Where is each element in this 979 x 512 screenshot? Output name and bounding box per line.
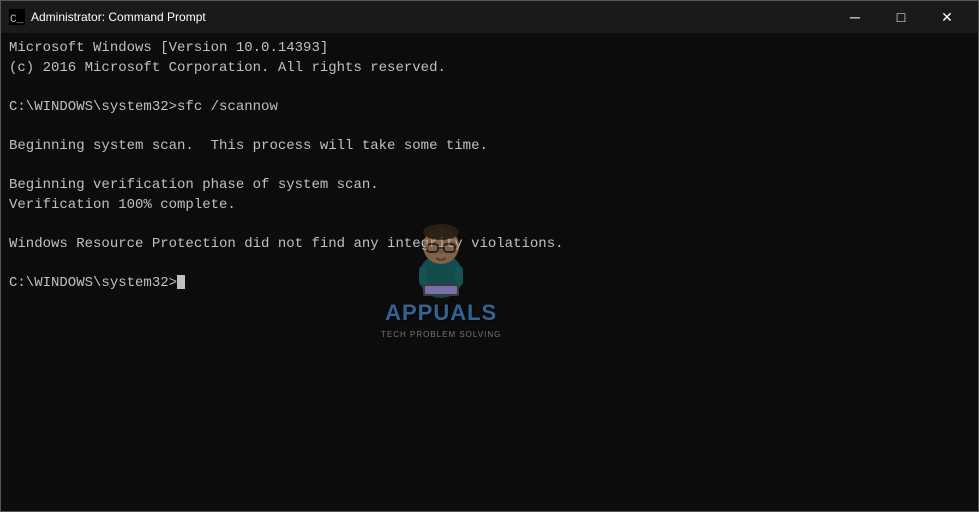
console-line <box>9 255 970 275</box>
watermark-sub-text: TECH PROBLEM SOLVING <box>381 329 501 340</box>
minimize-button[interactable]: ─ <box>832 1 878 33</box>
console-line: Microsoft Windows [Version 10.0.14393] <box>9 39 970 59</box>
console-line: C:\WINDOWS\system32> <box>9 274 970 294</box>
title-bar: C_ Administrator: Command Prompt ─ □ ✕ <box>1 1 978 33</box>
console-line <box>9 215 970 235</box>
console-line <box>9 117 970 137</box>
console-line: Windows Resource Protection did not find… <box>9 235 970 255</box>
window-icon: C_ <box>9 9 25 25</box>
cursor <box>177 275 185 289</box>
title-bar-controls: ─ □ ✕ <box>832 1 970 33</box>
console-line <box>9 78 970 98</box>
window: C_ Administrator: Command Prompt ─ □ ✕ M… <box>0 0 979 512</box>
console-line: Beginning verification phase of system s… <box>9 176 970 196</box>
maximize-button[interactable]: □ <box>878 1 924 33</box>
console-body[interactable]: Microsoft Windows [Version 10.0.14393] (… <box>1 33 978 511</box>
console-line <box>9 157 970 177</box>
svg-text:C_: C_ <box>10 14 24 25</box>
console-line: Beginning system scan. This process will… <box>9 137 970 157</box>
console-line: Verification 100% complete. <box>9 196 970 216</box>
close-button[interactable]: ✕ <box>924 1 970 33</box>
watermark-logo-text: APPUALS <box>385 298 497 329</box>
window-title: Administrator: Command Prompt <box>31 10 832 24</box>
console-line: C:\WINDOWS\system32>sfc /scannow <box>9 98 970 118</box>
console-line: (c) 2016 Microsoft Corporation. All righ… <box>9 59 970 79</box>
